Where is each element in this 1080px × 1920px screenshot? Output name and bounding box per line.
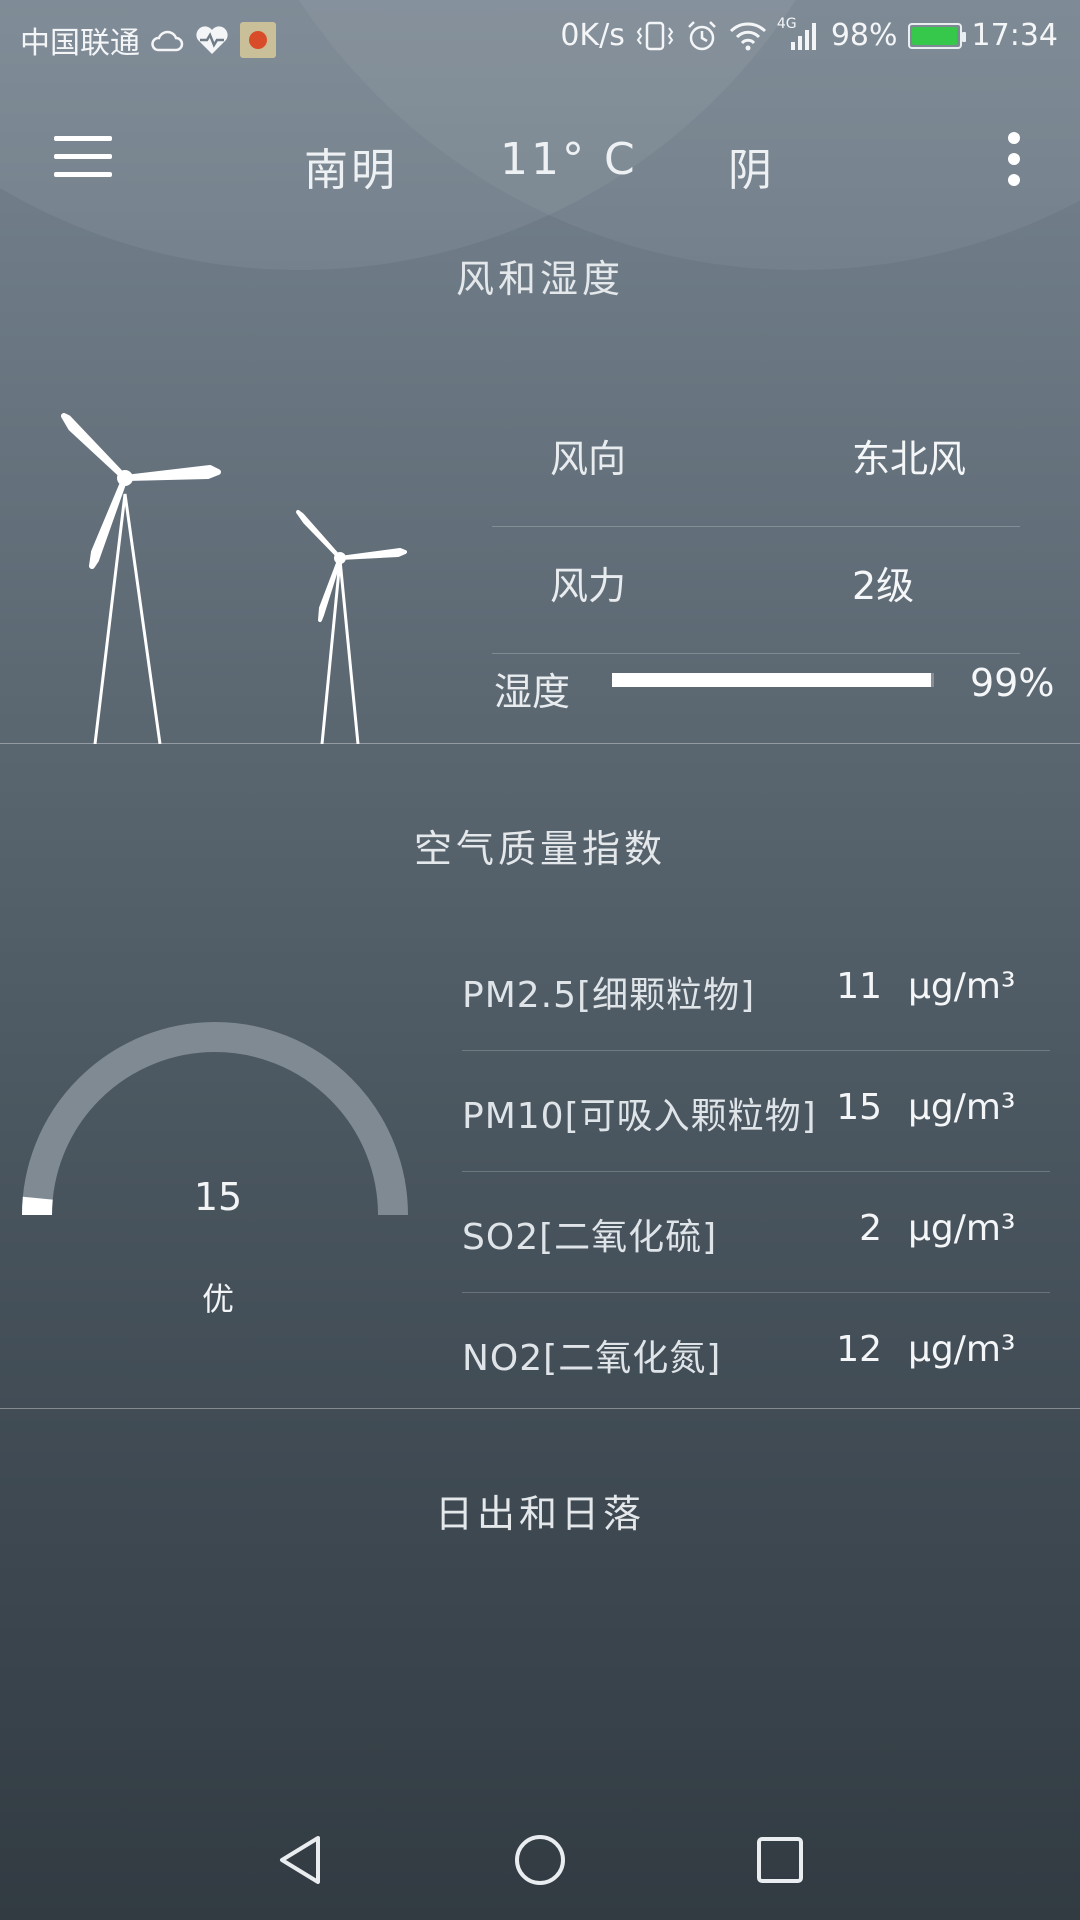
- humidity-progress-bar: [612, 673, 934, 687]
- pollutant-name: NO2[二氧化氮]: [462, 1338, 722, 1379]
- wind-info-table: 风向 东北风 风力 2级: [492, 400, 1020, 654]
- wind-direction-label: 风向: [550, 437, 627, 481]
- recents-icon[interactable]: [750, 1830, 810, 1890]
- more-vert-icon[interactable]: [1000, 132, 1028, 192]
- humidity-value: 99%: [970, 661, 1055, 705]
- app-thumbnail-icon: [240, 22, 276, 58]
- health-heart-icon: [196, 26, 228, 54]
- battery-charging-icon: [907, 22, 966, 49]
- wind-direction-row: 风向 东北风: [492, 400, 1020, 527]
- weather-condition: 阴: [728, 145, 775, 196]
- app-top-bar: 南明 11° C 阴: [0, 110, 1080, 210]
- wifi-icon: [729, 21, 766, 50]
- aqi-level-text: 优: [201, 1280, 234, 1318]
- pollutant-unit: μg/m³: [908, 966, 1016, 1007]
- net-speed: 0K/s: [560, 18, 625, 53]
- pollutant-value: 11: [836, 966, 882, 1007]
- pollutant-unit: μg/m³: [908, 1087, 1016, 1128]
- carrier-name: 中国联通: [20, 26, 140, 61]
- pollutant-value: 12: [836, 1329, 882, 1370]
- pollutant-name: PM2.5[细颗粒物]: [462, 975, 756, 1016]
- pollutant-unit: μg/m³: [908, 1208, 1016, 1249]
- cloud-icon: [151, 30, 184, 52]
- section-divider: [0, 743, 1080, 744]
- aqi-value: 15: [193, 1175, 243, 1219]
- current-temperature: 11° C: [500, 134, 638, 185]
- sun-section-title: 日出和日落: [434, 1492, 645, 1536]
- wind-force-row: 风力 2级: [492, 527, 1020, 654]
- wind-force-label: 风力: [550, 564, 627, 608]
- humidity-row: 湿度 99%: [494, 655, 1064, 715]
- pollutant-unit: μg/m³: [908, 1329, 1016, 1370]
- humidity-label: 湿度: [494, 670, 571, 714]
- small-turbine: [296, 510, 407, 744]
- wind-force-value: 2级: [852, 564, 915, 608]
- system-nav-bar: [0, 1800, 1080, 1920]
- pollutant-name: SO2[二氧化硫]: [462, 1217, 718, 1258]
- battery-percent: 98%: [830, 18, 898, 53]
- pollutant-row-no2: NO2[二氧化氮] 12 μg/m³: [462, 1293, 1050, 1413]
- city-name[interactable]: 南明: [304, 134, 398, 198]
- vibrate-icon: [636, 21, 674, 50]
- pollutant-name: PM10[可吸入颗粒物]: [462, 1096, 817, 1137]
- pollutant-row-so2: SO2[二氧化硫] 2 μg/m³: [462, 1172, 1050, 1293]
- alarm-icon: [687, 20, 716, 50]
- network-type-label: 4G: [776, 15, 797, 32]
- pollutant-value: 2: [859, 1208, 882, 1249]
- hamburger-menu-icon[interactable]: [54, 136, 112, 180]
- pollutant-row-pm25: PM2.5[细颗粒物] 11 μg/m³: [462, 930, 1050, 1051]
- status-bar: 中国联通 0K/s 4G 98% 17:34: [0, 0, 1080, 76]
- section-divider: [0, 1408, 1080, 1409]
- pollutant-row-pm10: PM10[可吸入颗粒物] 15 μg/m³: [462, 1051, 1050, 1172]
- home-icon[interactable]: [510, 1830, 570, 1890]
- back-icon[interactable]: [270, 1830, 330, 1890]
- pollutant-value: 15: [836, 1087, 882, 1128]
- large-turbine: [61, 413, 221, 744]
- pollutant-table: PM2.5[细颗粒物] 11 μg/m³ PM10[可吸入颗粒物] 15 μg/…: [462, 930, 1050, 1413]
- air-quality-section-title: 空气质量指数: [413, 827, 666, 871]
- wind-direction-value: 东北风: [852, 437, 967, 481]
- wind-section-title: 风和湿度: [455, 257, 624, 301]
- wind-turbine-illustration: [61, 413, 407, 744]
- clock-time: 17:34: [971, 18, 1058, 53]
